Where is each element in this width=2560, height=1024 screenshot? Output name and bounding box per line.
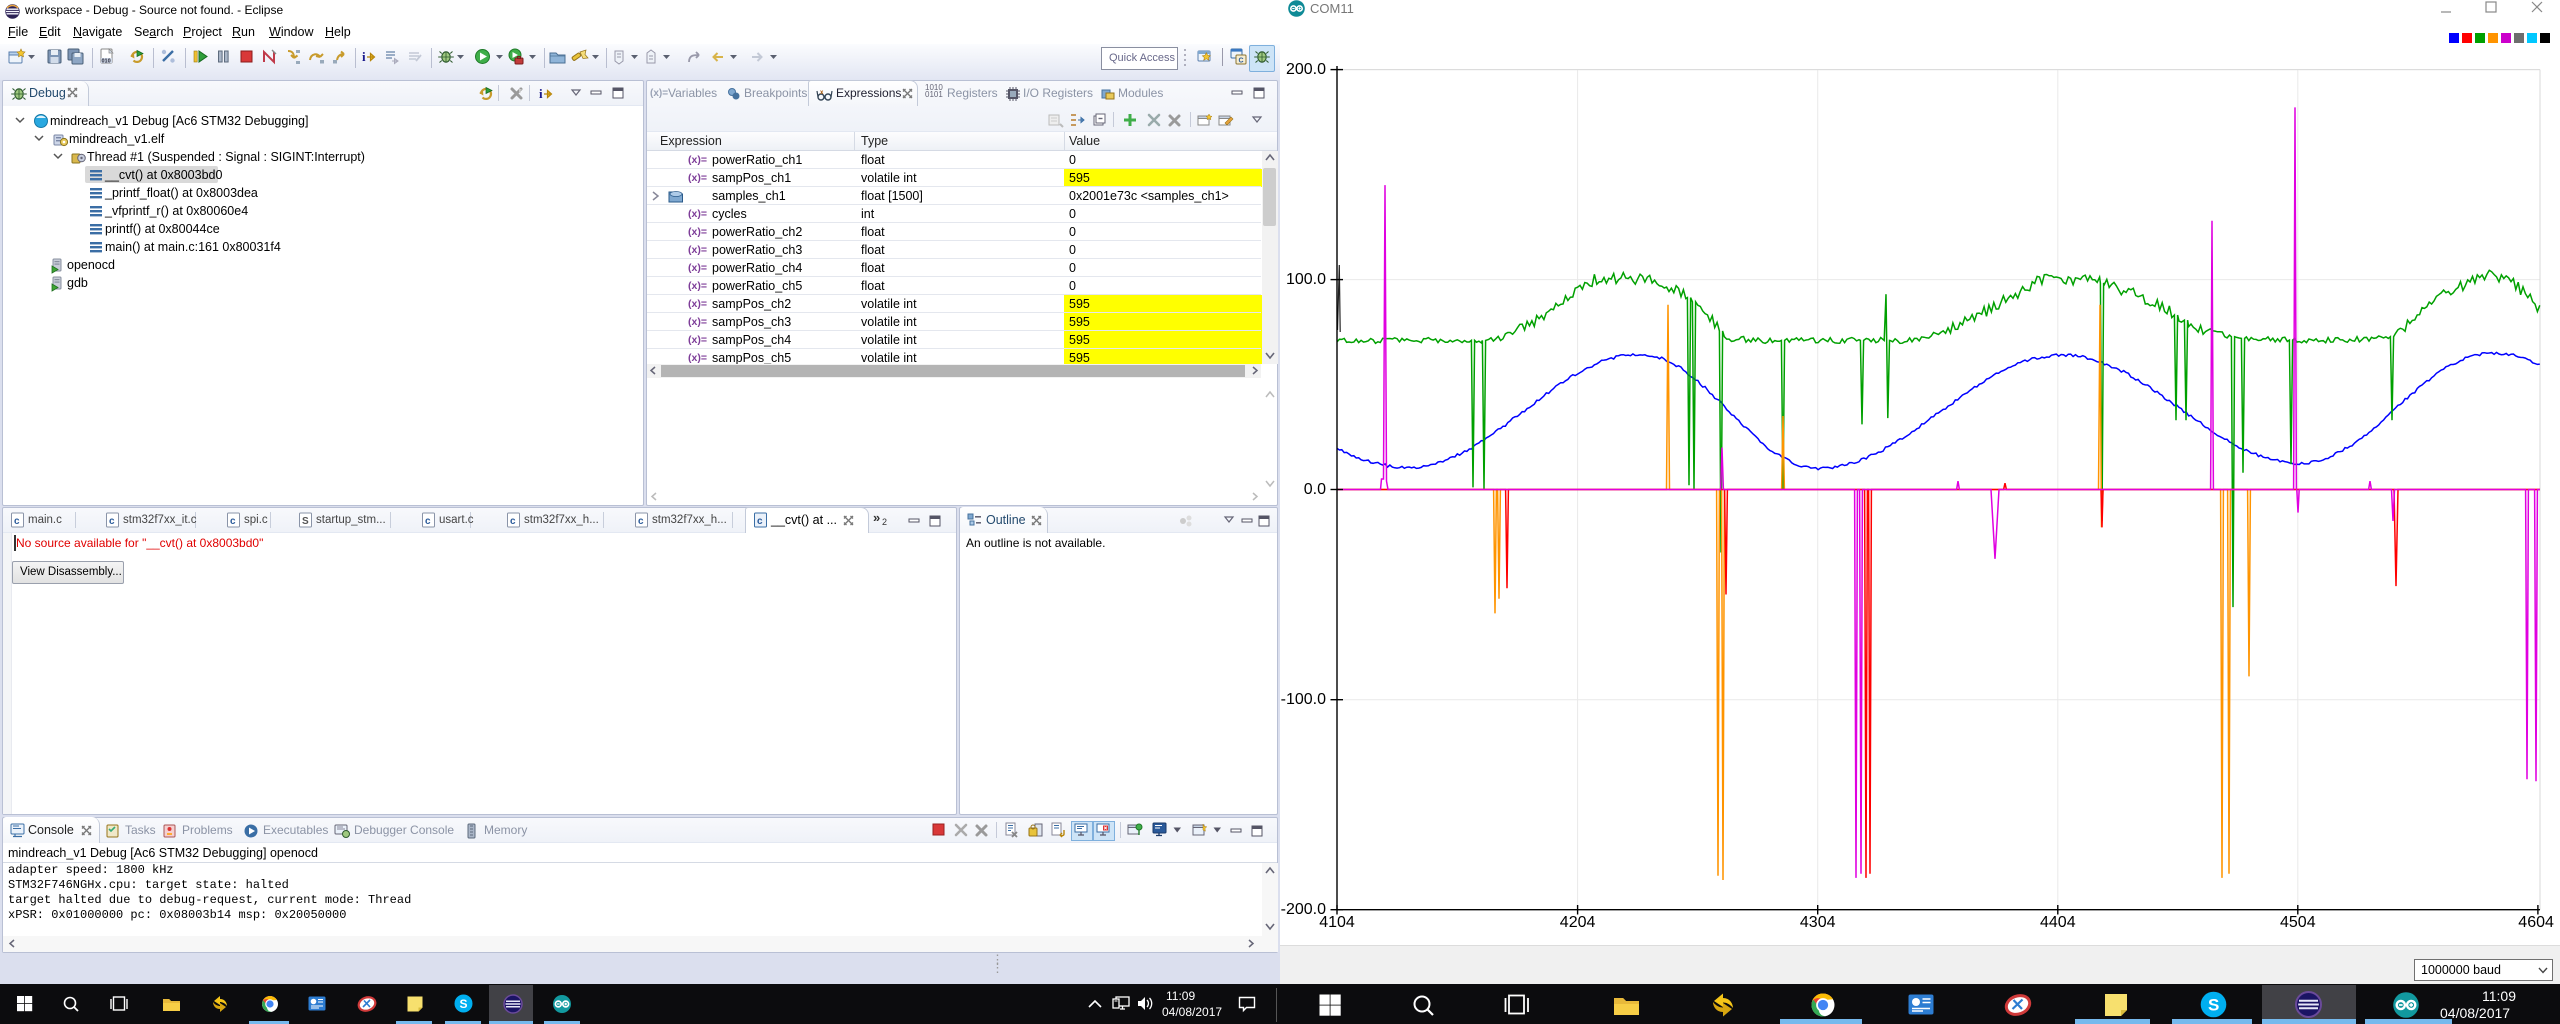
svg-text:S: S — [2208, 996, 2219, 1015]
svg-text:4604: 4604 — [2518, 914, 2554, 931]
svg-text:S: S — [460, 997, 468, 1011]
svg-text:4404: 4404 — [2040, 914, 2076, 931]
svg-text:4304: 4304 — [1800, 914, 1836, 931]
svg-text:4204: 4204 — [1560, 914, 1596, 931]
svg-text:100.0: 100.0 — [1286, 271, 1326, 288]
svg-text:4104: 4104 — [1319, 914, 1355, 931]
svg-text:0.0: 0.0 — [1304, 481, 1326, 498]
svg-text:4504: 4504 — [2280, 914, 2316, 931]
svg-text:200.0: 200.0 — [1286, 61, 1326, 78]
svg-text:-100.0: -100.0 — [1281, 691, 1326, 708]
